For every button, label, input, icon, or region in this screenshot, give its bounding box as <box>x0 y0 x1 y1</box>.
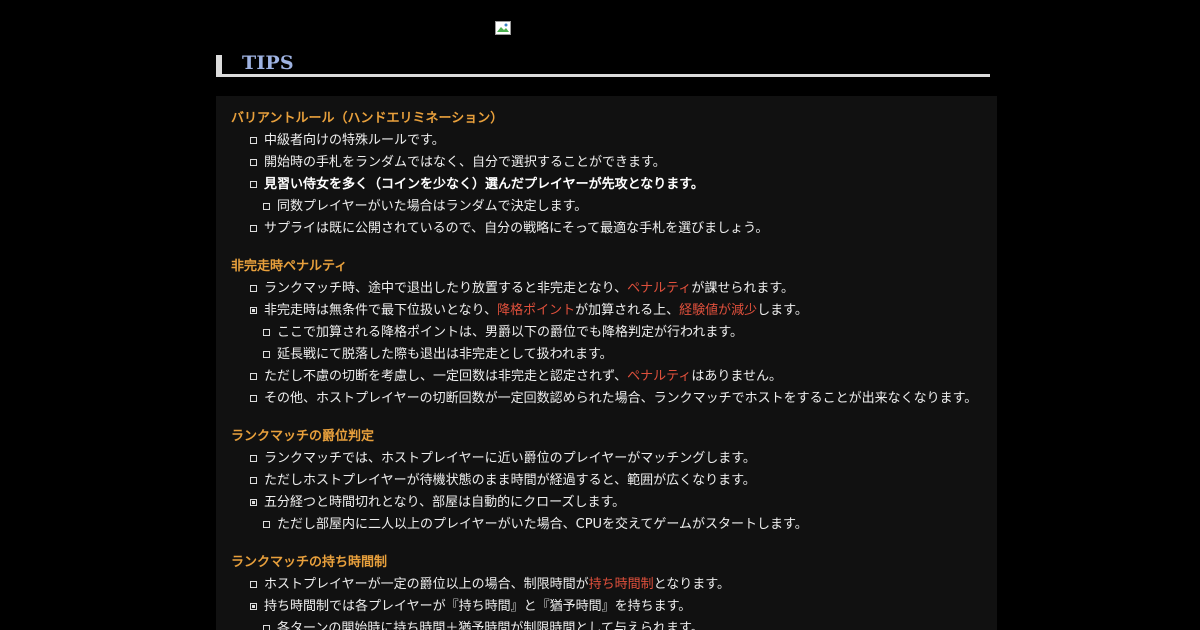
square-bullet-icon <box>250 181 257 188</box>
square-bullet-icon <box>263 521 270 528</box>
item-text: となります。 <box>653 577 730 592</box>
section-title: ランクマッチの爵位判定 <box>231 429 375 444</box>
tips-section: ランクマッチの爵位判定ランクマッチでは、ホストプレイヤーに近い爵位のプレイヤーが… <box>231 426 808 536</box>
highlight-text: 経験値が減少 <box>679 303 758 318</box>
list-item: その他、ホストプレイヤーの切断回数が一定回数認められた場合、ランクマッチでホスト… <box>231 388 977 410</box>
item-text: サプライは既に公開されているので、自分の戦略にそって最適な手札を選びましょう。 <box>264 221 769 236</box>
item-text: 非完走時は無条件で最下位扱いとなり、 <box>264 303 498 318</box>
item-text: はありません。 <box>691 369 782 384</box>
square-bullet-icon <box>250 395 257 402</box>
tips-section: 非完走時ペナルティ ランクマッチ時、途中で退出したり放置すると非完走となり、ペナル… <box>231 256 977 410</box>
list-item: 開始時の手札をランダムではなく、自分で選択することができます。 <box>231 152 768 174</box>
list-item: サプライは既に公開されているので、自分の戦略にそって最適な手札を選びましょう。 <box>231 218 768 240</box>
list-item: 非完走時は無条件で最下位扱いとなり、降格ポイントが加算される上、経験値が減少しま… <box>231 300 977 322</box>
item-text: が加算される上、 <box>575 303 680 318</box>
list-item: 五分経つと時間切れとなり、部屋は自動的にクローズします。 <box>231 492 808 514</box>
square-bullet-icon <box>263 351 270 358</box>
highlight-text: ペナルティ <box>627 369 692 384</box>
item-text: ただし部屋内に二人以上のプレイヤーがいた場合、CPUを交えてゲームがスタートしま… <box>277 517 808 532</box>
list-item: ここで加算される降格ポイントは、男爵以下の爵位でも降格判定が行われます。 <box>231 322 977 344</box>
square-bullet-icon <box>263 203 270 210</box>
item-text: 持ち時間制では各プレイヤーが『持ち時間』と『猶予時間』を持ちます。 <box>264 599 692 614</box>
highlight-text: ペナルティ <box>627 281 692 296</box>
item-text: が課せられます。 <box>691 281 795 296</box>
list-item: 中級者向けの特殊ルールです。 <box>231 130 768 152</box>
item-text: 中級者向けの特殊ルールです。 <box>264 133 445 148</box>
expanded-bullet-icon <box>250 307 257 314</box>
list-item: 持ち時間制では各プレイヤーが『持ち時間』と『猶予時間』を持ちます。 <box>231 596 730 618</box>
item-text: 開始時の手札をランダムではなく、自分で選択することができます。 <box>264 155 666 170</box>
section-title: ランクマッチの持ち時間制 <box>231 555 388 570</box>
tips-section: ランクマッチの持ち時間制 ホストプレイヤーが一定の爵位以上の場合、制限時間が持ち時… <box>231 552 730 630</box>
content-panel: バリアントルール（ハンドエリミネーション） 中級者向けの特殊ルールです。開始時の手… <box>216 96 997 630</box>
item-text: 延長戦にて脱落した際も退出は非完走として扱われます。 <box>277 347 613 362</box>
list-item: ランクマッチ時、途中で退出したり放置すると非完走となり、ペナルティが課せられます… <box>231 278 977 300</box>
square-bullet-icon <box>250 137 257 144</box>
expanded-bullet-icon <box>250 499 257 506</box>
item-text: ただし不慮の切断を考慮し、一定回数は非完走と認定されず、 <box>264 369 628 384</box>
list-item: 延長戦にて脱落した際も退出は非完走として扱われます。 <box>231 344 977 366</box>
square-bullet-icon <box>250 455 257 462</box>
list-item: 同数プレイヤーがいた場合はランダムで決定します。 <box>231 196 768 218</box>
list-item: ただし部屋内に二人以上のプレイヤーがいた場合、CPUを交えてゲームがスタートしま… <box>231 514 808 536</box>
page-title: TIPS <box>242 52 294 74</box>
highlight-text: 降格ポイント <box>497 303 576 318</box>
item-text: ランクマッチでは、ホストプレイヤーに近い爵位のプレイヤーがマッチングします。 <box>264 451 756 466</box>
square-bullet-icon <box>250 159 257 166</box>
square-bullet-icon <box>250 477 257 484</box>
item-text: その他、ホストプレイヤーの切断回数が一定回数認められた場合、ランクマッチでホスト… <box>264 391 978 406</box>
tips-section: バリアントルール（ハンドエリミネーション） 中級者向けの特殊ルールです。開始時の手… <box>231 108 768 240</box>
list-item: ホストプレイヤーが一定の爵位以上の場合、制限時間が持ち時間制となります。 <box>231 574 730 596</box>
item-text: 同数プレイヤーがいた場合はランダムで決定します。 <box>277 199 588 214</box>
item-text: ここで加算される降格ポイントは、男爵以下の爵位でも降格判定が行われます。 <box>277 325 744 340</box>
page: TIPS バリアントルール（ハンドエリミネーション） 中級者向けの特殊ルールです。… <box>0 0 1200 630</box>
square-bullet-icon <box>263 625 270 630</box>
section-title: バリアントルール（ハンドエリミネーション） <box>231 111 504 126</box>
item-text: します。 <box>757 303 808 318</box>
expanded-bullet-icon <box>250 603 257 610</box>
square-bullet-icon <box>250 285 257 292</box>
section-title: 非完走時ペナルティ <box>231 259 348 274</box>
tips-heading-bar: TIPS <box>216 52 990 77</box>
item-text: 各ターンの開始時に持ち時間＋猶予時間が制限時間として与えられます。 <box>277 621 704 630</box>
square-bullet-icon <box>250 225 257 232</box>
list-item: 各ターンの開始時に持ち時間＋猶予時間が制限時間として与えられます。 <box>231 618 730 630</box>
list-item: 見習い侍女を多く（コインを少なく）選んだプレイヤーが先攻となります。 <box>231 174 768 196</box>
list-item: ランクマッチでは、ホストプレイヤーに近い爵位のプレイヤーがマッチングします。 <box>231 448 808 470</box>
highlight-text: 持ち時間制 <box>588 577 654 592</box>
square-bullet-icon <box>250 581 257 588</box>
item-text: ただしホストプレイヤーが待機状態のまま時間が経過すると、範囲が広くなります。 <box>264 473 756 488</box>
list-item: ただしホストプレイヤーが待機状態のまま時間が経過すると、範囲が広くなります。 <box>231 470 808 492</box>
square-bullet-icon <box>250 373 257 380</box>
square-bullet-icon <box>263 329 270 336</box>
item-text: 五分経つと時間切れとなり、部屋は自動的にクローズします。 <box>264 495 626 510</box>
broken-image-icon <box>495 21 511 35</box>
item-text: ランクマッチ時、途中で退出したり放置すると非完走となり、 <box>264 281 628 296</box>
item-text: 見習い侍女を多く（コインを少なく）選んだプレイヤーが先攻となります。 <box>264 177 704 192</box>
list-item: ただし不慮の切断を考慮し、一定回数は非完走と認定されず、ペナルティはありません。 <box>231 366 977 388</box>
item-text: ホストプレイヤーが一定の爵位以上の場合、制限時間が <box>264 577 589 592</box>
